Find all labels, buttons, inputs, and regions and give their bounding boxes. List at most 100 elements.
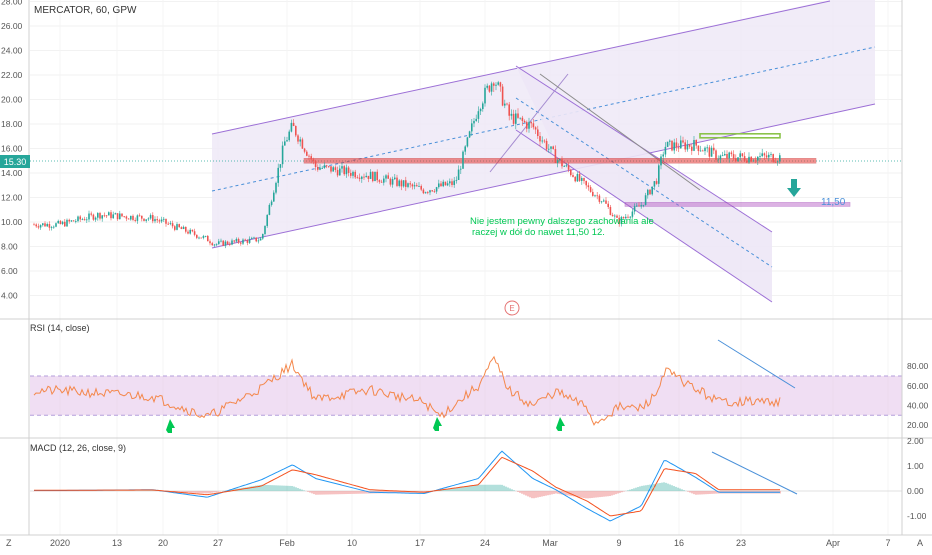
candle-body (64, 222, 66, 226)
macd-histogram-bar (351, 491, 352, 494)
zoom-button[interactable]: Z (6, 538, 12, 548)
candle-body (451, 181, 453, 185)
target-zone (625, 202, 850, 206)
candle-body (163, 219, 165, 220)
candle-body (634, 206, 636, 211)
candle-body (73, 220, 75, 221)
macd-histogram-bar (279, 485, 280, 491)
candle-body (449, 181, 451, 183)
candle-body (280, 164, 282, 168)
candle-body (359, 178, 361, 179)
candle-body (374, 172, 376, 181)
candle-body (244, 240, 246, 241)
candle-body (495, 85, 497, 86)
macd-histogram-bar (633, 488, 634, 491)
macd-histogram-bar (289, 486, 290, 491)
macd-histogram-bar (691, 491, 692, 493)
candle-body (522, 118, 524, 121)
candle-body (297, 135, 299, 141)
macd-histogram-bar (509, 488, 510, 491)
candle-body (691, 147, 693, 151)
macd-histogram-bar (493, 485, 494, 491)
candle-body (398, 180, 400, 185)
macd-histogram-bar (191, 491, 192, 493)
candle-body (381, 182, 383, 183)
macd-histogram-bar (597, 491, 598, 497)
macd-histogram-bar (621, 491, 622, 492)
target-label: 11,50 (821, 197, 846, 208)
candle-body (242, 240, 244, 244)
candle-body (552, 146, 554, 149)
candle-body (335, 167, 337, 170)
macd-histogram-bar (333, 491, 334, 494)
macd-histogram-bar (635, 488, 636, 491)
candle-body (711, 148, 713, 157)
candle-body (46, 224, 48, 226)
macd-histogram-bar (203, 491, 204, 493)
candle-body (264, 226, 266, 234)
macd-histogram-bar (313, 491, 314, 494)
macd-histogram-bar (709, 491, 710, 494)
macd-histogram-bar (507, 488, 508, 491)
macd-histogram-bar (505, 487, 506, 491)
macd-histogram-bar (637, 487, 638, 491)
candle-body (176, 224, 178, 230)
candle-body (198, 238, 200, 239)
candle-body (585, 181, 587, 185)
candle-body (603, 200, 605, 201)
candle-body (431, 190, 433, 191)
candle-body (489, 86, 491, 92)
candle-body (651, 187, 653, 195)
candle-body (121, 214, 123, 217)
macd-histogram-bar (689, 491, 690, 493)
candle-body (462, 152, 464, 169)
candle-body (583, 178, 585, 181)
candle-body (700, 151, 702, 152)
macd-histogram-bar (327, 491, 328, 494)
macd-histogram-bar (185, 491, 186, 492)
macd-histogram-bar (701, 491, 702, 494)
candle-body (403, 180, 405, 186)
macd-histogram-bar (533, 491, 534, 498)
rsi-tick-label: 80.00 (907, 361, 929, 371)
macd-histogram-bar (519, 491, 520, 493)
candle-body (71, 220, 73, 221)
candle-body (702, 151, 704, 152)
macd-histogram-bar (363, 491, 364, 494)
candle-body (750, 157, 752, 162)
macd-histogram-bar (339, 491, 340, 494)
candle-body (178, 224, 180, 227)
candle-body (572, 175, 574, 177)
macd-histogram-bar (349, 491, 350, 494)
macd-histogram-bar (537, 491, 538, 497)
macd-histogram-bar (603, 491, 604, 497)
annotation-line-1[interactable]: Nie jestem pewny dalszego zachowania ale (470, 216, 654, 227)
candle-body (592, 192, 594, 196)
candle-body (757, 157, 759, 161)
symbol-title: MERCATOR, 60, GPW (34, 5, 137, 16)
candle-body (502, 87, 504, 106)
candle-body (676, 142, 678, 147)
macd-histogram-bar (311, 491, 312, 493)
candle-body (753, 161, 755, 162)
candle-body (82, 219, 84, 220)
macd-histogram-bar (291, 486, 292, 491)
auto-scale-button[interactable]: A (917, 538, 923, 548)
candle-body (156, 219, 158, 220)
candle-body (770, 154, 772, 155)
candle-body (379, 180, 381, 182)
candle-body (383, 179, 385, 183)
candle-body (588, 185, 590, 187)
candle-body (574, 177, 576, 181)
candle-body (251, 238, 253, 239)
macd-histogram-bar (287, 486, 288, 491)
candle-body (440, 183, 442, 186)
candle-body (101, 215, 103, 218)
chart-canvas[interactable]: 28.0026.0024.0022.0020.0018.0016.0014.00… (0, 0, 932, 550)
candle-body (194, 231, 196, 235)
candle-body (746, 161, 748, 163)
time-tick-label: 23 (736, 538, 746, 548)
annotation-line-2[interactable]: raczej w dół do nawet 11,50 12. (472, 227, 605, 238)
macd-histogram-bar (713, 491, 714, 494)
macd-histogram-bar (595, 491, 596, 498)
